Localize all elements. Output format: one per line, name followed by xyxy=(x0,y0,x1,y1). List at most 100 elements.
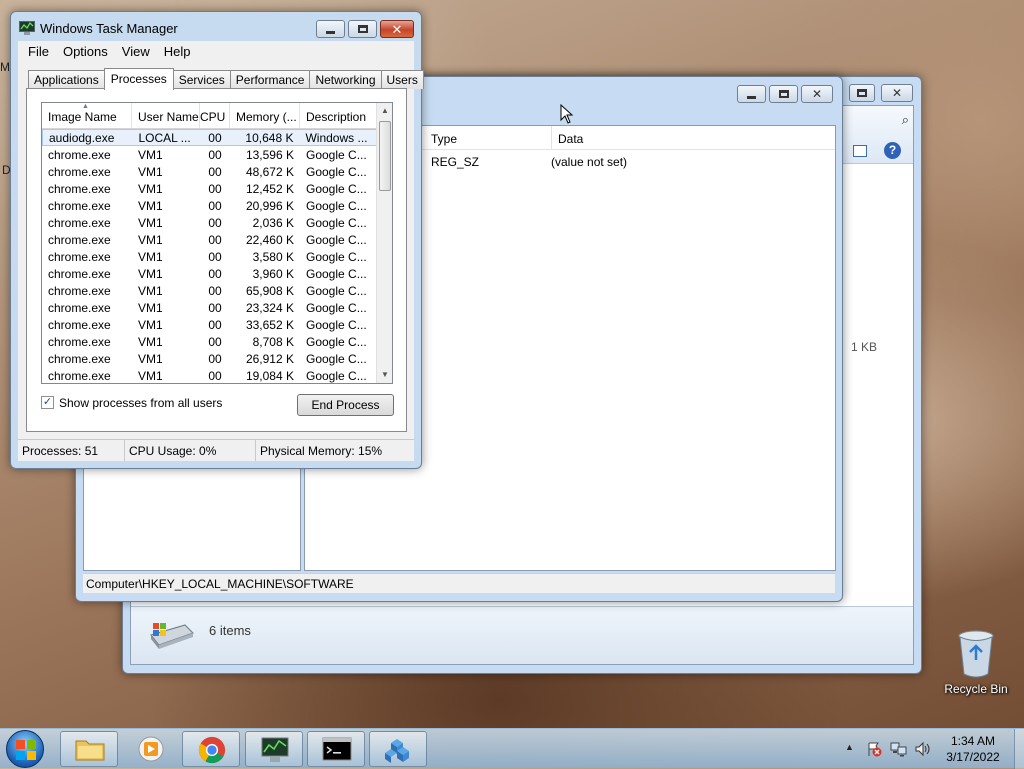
process-memory: 65,908 K xyxy=(245,283,294,298)
process-cpu: 00 xyxy=(208,215,222,230)
process-description: Google C... xyxy=(306,368,367,383)
taskbar-command-prompt[interactable] xyxy=(307,731,365,767)
process-description: Google C... xyxy=(306,300,367,315)
process-user: VM1 xyxy=(138,283,163,298)
column-image-name[interactable]: ▲ Image Name xyxy=(42,103,132,128)
process-cpu: 00 xyxy=(208,368,222,383)
column-description[interactable]: Description xyxy=(300,103,378,128)
process-user: VM1 xyxy=(138,164,163,179)
table-row[interactable]: chrome.exe VM1 00 19,084 K Google C... xyxy=(42,367,378,383)
tab-networking[interactable]: Networking xyxy=(309,70,382,89)
process-rows: audiodg.exe LOCAL ... 00 10,648 K Windows ..… xyxy=(42,129,378,383)
process-cpu: 00 xyxy=(208,317,222,332)
table-row[interactable]: chrome.exe VM1 00 33,652 K Google C... xyxy=(42,316,378,333)
column-user-name[interactable]: User Name xyxy=(132,103,200,128)
show-hidden-icons-icon[interactable]: ▲ xyxy=(845,742,854,752)
process-name: chrome.exe xyxy=(48,164,111,179)
process-list[interactable]: ▲ Image Name User Name CPU Memory (... De… xyxy=(41,102,393,384)
regedit-minimize-button[interactable] xyxy=(737,85,766,103)
process-user: VM1 xyxy=(138,334,163,349)
explorer-maximize-button[interactable] xyxy=(849,84,875,102)
table-row[interactable]: audiodg.exe LOCAL ... 00 10,648 K Windows ..… xyxy=(42,129,378,146)
table-row[interactable]: chrome.exe VM1 00 23,324 K Google C... xyxy=(42,299,378,316)
table-row[interactable]: chrome.exe VM1 00 12,452 K Google C... xyxy=(42,180,378,197)
process-name: chrome.exe xyxy=(48,232,111,247)
process-user: VM1 xyxy=(138,215,163,230)
explorer-close-button[interactable]: ✕ xyxy=(881,84,913,102)
tab-services[interactable]: Services xyxy=(172,70,231,89)
process-memory: 13,596 K xyxy=(245,147,294,162)
taskbar-windows-explorer[interactable] xyxy=(60,731,118,767)
process-cpu: 00 xyxy=(208,334,222,349)
process-memory: 3,580 K xyxy=(252,249,294,264)
taskbar-chrome[interactable] xyxy=(182,731,240,767)
process-count: Processes: 51 xyxy=(18,440,125,461)
tab-users[interactable]: Users xyxy=(380,70,424,89)
table-row[interactable]: chrome.exe VM1 00 8,708 K Google C... xyxy=(42,333,378,350)
process-memory: 48,672 K xyxy=(245,164,294,179)
process-description: Google C... xyxy=(306,334,367,349)
tab-processes[interactable]: Processes xyxy=(103,68,174,90)
taskbar-media-player[interactable] xyxy=(121,731,179,767)
tab-performance[interactable]: Performance xyxy=(229,70,311,89)
process-cpu: 00 xyxy=(208,198,222,213)
menu-options[interactable]: Options xyxy=(56,44,115,59)
window-title: Windows Task Manager xyxy=(40,21,178,36)
recycle-bin-icon xyxy=(958,630,994,678)
scroll-up-icon[interactable]: ▲ xyxy=(377,103,392,119)
clock[interactable]: 1:34 AM 3/17/2022 xyxy=(934,733,1012,765)
regedit-close-button[interactable]: ✕ xyxy=(801,85,833,103)
process-name: chrome.exe xyxy=(48,300,111,315)
table-row[interactable]: chrome.exe VM1 00 3,960 K Google C... xyxy=(42,265,378,282)
end-process-button[interactable]: End Process xyxy=(297,394,394,416)
table-row[interactable]: chrome.exe VM1 00 26,912 K Google C... xyxy=(42,350,378,367)
table-row[interactable]: chrome.exe VM1 00 2,036 K Google C... xyxy=(42,214,378,231)
scroll-thumb[interactable] xyxy=(379,121,391,191)
search-icon[interactable]: ⌕ xyxy=(902,112,909,128)
show-desktop-button[interactable] xyxy=(1014,729,1024,769)
table-row[interactable]: chrome.exe VM1 00 48,672 K Google C... xyxy=(42,163,378,180)
taskbar: ▲ 1:34 AM 3/17/2022 xyxy=(0,728,1024,769)
process-user: VM1 xyxy=(138,266,163,281)
column-data[interactable]: Data xyxy=(552,126,583,149)
start-button[interactable] xyxy=(6,730,44,768)
process-cpu: 00 xyxy=(208,181,222,196)
drive-icon xyxy=(150,623,194,649)
preview-pane-icon[interactable] xyxy=(853,145,867,157)
volume-icon[interactable] xyxy=(914,741,932,757)
process-description: Google C... xyxy=(306,317,367,332)
taskbar-registry-editor[interactable] xyxy=(369,731,427,767)
menu-view[interactable]: View xyxy=(115,44,157,59)
network-icon[interactable] xyxy=(890,741,908,757)
minimize-button[interactable] xyxy=(316,20,345,38)
explorer-details-pane: 6 items xyxy=(131,606,913,664)
process-list-scrollbar[interactable]: ▲ ▼ xyxy=(376,103,392,383)
menu-file[interactable]: File xyxy=(21,44,56,59)
tab-applications[interactable]: Applications xyxy=(28,70,105,89)
process-user: VM1 xyxy=(138,300,163,315)
scroll-down-icon[interactable]: ▼ xyxy=(377,367,392,383)
task-manager-body: Applications Processes Services Performa… xyxy=(18,61,424,461)
process-description: Google C... xyxy=(306,266,367,281)
table-row[interactable]: chrome.exe VM1 00 65,908 K Google C... xyxy=(42,282,378,299)
table-row[interactable]: chrome.exe VM1 00 22,460 K Google C... xyxy=(42,231,378,248)
process-description: Google C... xyxy=(306,147,367,162)
table-row[interactable]: chrome.exe VM1 00 13,596 K Google C... xyxy=(42,146,378,163)
help-icon[interactable]: ? xyxy=(884,142,901,159)
task-manager-window[interactable]: Windows Task Manager ✕ File Options View… xyxy=(10,11,424,469)
table-row[interactable]: chrome.exe VM1 00 3,580 K Google C... xyxy=(42,248,378,265)
column-cpu[interactable]: CPU xyxy=(200,103,230,128)
taskbar-task-manager[interactable] xyxy=(245,731,303,767)
close-button[interactable]: ✕ xyxy=(380,20,414,38)
process-memory: 19,084 K xyxy=(245,368,294,383)
recycle-bin[interactable]: Recycle Bin xyxy=(942,630,1010,700)
column-memory[interactable]: Memory (... xyxy=(230,103,300,128)
menu-help[interactable]: Help xyxy=(157,44,198,59)
process-name: chrome.exe xyxy=(48,215,111,230)
clock-date: 3/17/2022 xyxy=(946,750,1000,764)
action-center-icon[interactable] xyxy=(866,741,882,757)
show-all-users-checkbox[interactable]: ✓ xyxy=(41,396,54,409)
regedit-maximize-button[interactable] xyxy=(769,85,798,103)
table-row[interactable]: chrome.exe VM1 00 20,996 K Google C... xyxy=(42,197,378,214)
maximize-button[interactable] xyxy=(348,20,377,38)
